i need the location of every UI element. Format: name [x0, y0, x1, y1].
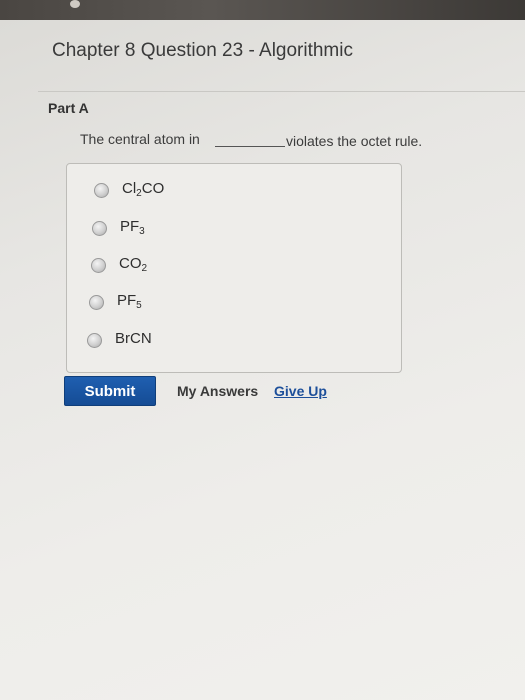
- part-label: Part A: [48, 100, 89, 116]
- radio-button[interactable]: [94, 183, 109, 198]
- submit-button[interactable]: Submit: [64, 376, 156, 406]
- device-bezel: [0, 0, 525, 20]
- title-divider: [38, 91, 525, 92]
- question-text-after: violates the octet rule.: [286, 133, 423, 149]
- radio-button[interactable]: [91, 258, 106, 273]
- question-blank: [215, 146, 285, 147]
- my-answers-link[interactable]: My Answers: [177, 383, 258, 399]
- question-text-before: The central atom in: [80, 131, 200, 147]
- question-text: The central atom in violates the octet r…: [80, 131, 520, 151]
- page-title: Chapter 8 Question 23 - Algorithmic: [52, 40, 353, 61]
- option-label: Cl2CO: [122, 180, 165, 199]
- option-label: PF5: [117, 292, 142, 311]
- radio-button[interactable]: [92, 221, 107, 236]
- option-label: CO2: [119, 255, 148, 274]
- radio-button[interactable]: [87, 333, 102, 348]
- radio-button[interactable]: [89, 295, 104, 310]
- option-label: PF3: [120, 218, 145, 237]
- give-up-link[interactable]: Give Up: [274, 383, 327, 399]
- option-label: BrCN: [115, 330, 152, 347]
- bezel-mark: [70, 0, 80, 8]
